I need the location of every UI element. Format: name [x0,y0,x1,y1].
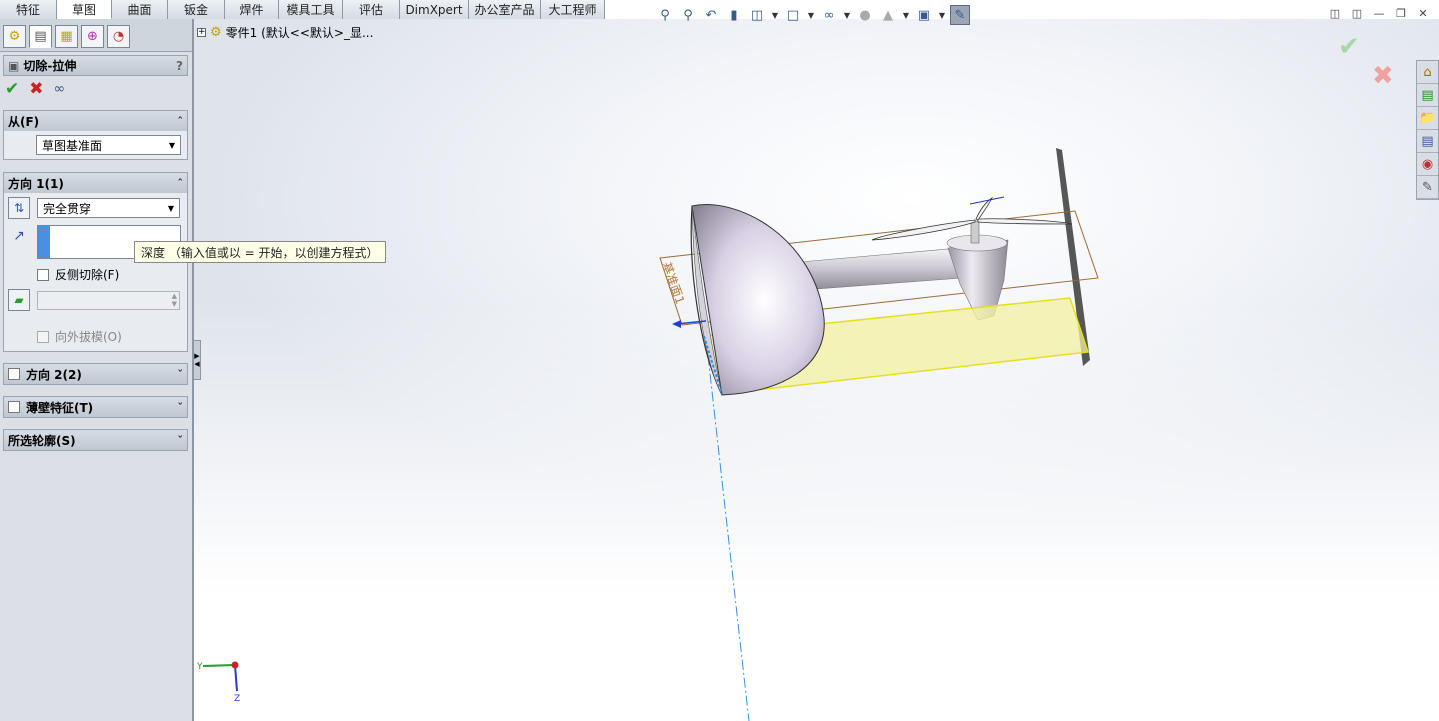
zoom-to-area-icon[interactable]: ⚲ [678,5,698,25]
triad-z-axis [234,664,238,692]
file-explorer-icon[interactable]: 📁 [1417,107,1438,130]
triad-z-label: Z [234,694,240,704]
task-pane: ⌂ ▤ 📁 ▤ ◉ ✎ [1416,60,1439,200]
section-view-icon[interactable]: ▮ [724,5,744,25]
propeller-shaft [970,220,980,244]
tile-left-icon[interactable]: ◫ [1327,6,1343,21]
panel-collapse-handle[interactable]: ▶ ◀ [193,340,201,380]
previous-view-icon[interactable]: ↶ [701,5,721,25]
triad-y-axis [202,664,236,667]
confirm-ok-icon[interactable]: ✔ [1338,32,1360,62]
design-library-icon[interactable]: ▤ [1417,84,1438,107]
triad-y-label: Y [196,662,203,672]
chevron-down-icon[interactable]: ▼ [806,5,816,25]
confirm-cancel-icon[interactable]: ✖ [1372,61,1394,91]
scene-icon[interactable]: ▲ [878,5,898,25]
feature-tree-header[interactable]: + ⚙ 零件1 (默认<<默认>_显... [197,24,373,41]
restore-icon[interactable]: ❐ [1393,6,1409,21]
chevron-right-icon: ▶ [194,352,200,360]
appearance-icon[interactable]: ● [855,5,875,25]
depth-tooltip: 深度 （输入值或以 = 开始，以创建方程式） [134,241,386,263]
home-icon[interactable]: ⌂ [1417,61,1438,84]
minimize-icon[interactable]: — [1371,6,1387,21]
part-icon: ⚙ [210,25,222,40]
view-palette-icon[interactable]: ▤ [1417,130,1438,153]
tile-right-icon[interactable]: ◫ [1349,6,1365,21]
arm [799,247,963,291]
tree-root-label[interactable]: 零件1 (默认<<默认>_显... [226,24,374,41]
view-settings-icon[interactable]: ▣ [914,5,934,25]
chevron-down-icon[interactable]: ▼ [937,5,947,25]
chevron-left-icon: ◀ [194,360,200,368]
window-controls: ◫ ◫ — ❐ ✕ [1327,6,1431,21]
plane-label: 基准面1 [659,260,687,306]
view-toolbar: ⚲ ⚲ ↶ ▮ ◫ ▼ □ ▼ ∞ ▼ ● ▲ ▼ ▣ ▼ ✎ [655,4,970,26]
direction-arrow-head [672,320,681,328]
propeller-blade-right [977,218,1073,225]
chevron-down-icon[interactable]: ▼ [842,5,852,25]
chevron-down-icon[interactable]: ▼ [901,5,911,25]
view-orientation-icon[interactable]: ◫ [747,5,767,25]
chevron-down-icon[interactable]: ▼ [770,5,780,25]
custom-properties-icon[interactable]: ✎ [1417,176,1438,199]
tree-expander[interactable]: + [197,28,206,37]
model-view: 基准面1 [659,148,1099,721]
apply-scene-icon[interactable]: ✎ [950,5,970,25]
reference-triad: Y Z [196,661,240,704]
display-style-icon[interactable]: □ [783,5,803,25]
zoom-to-fit-icon[interactable]: ⚲ [655,5,675,25]
close-icon[interactable]: ✕ [1415,6,1431,21]
hide-show-items-icon[interactable]: ∞ [819,5,839,25]
appearances-icon[interactable]: ◉ [1417,153,1438,176]
triad-origin [231,661,239,669]
